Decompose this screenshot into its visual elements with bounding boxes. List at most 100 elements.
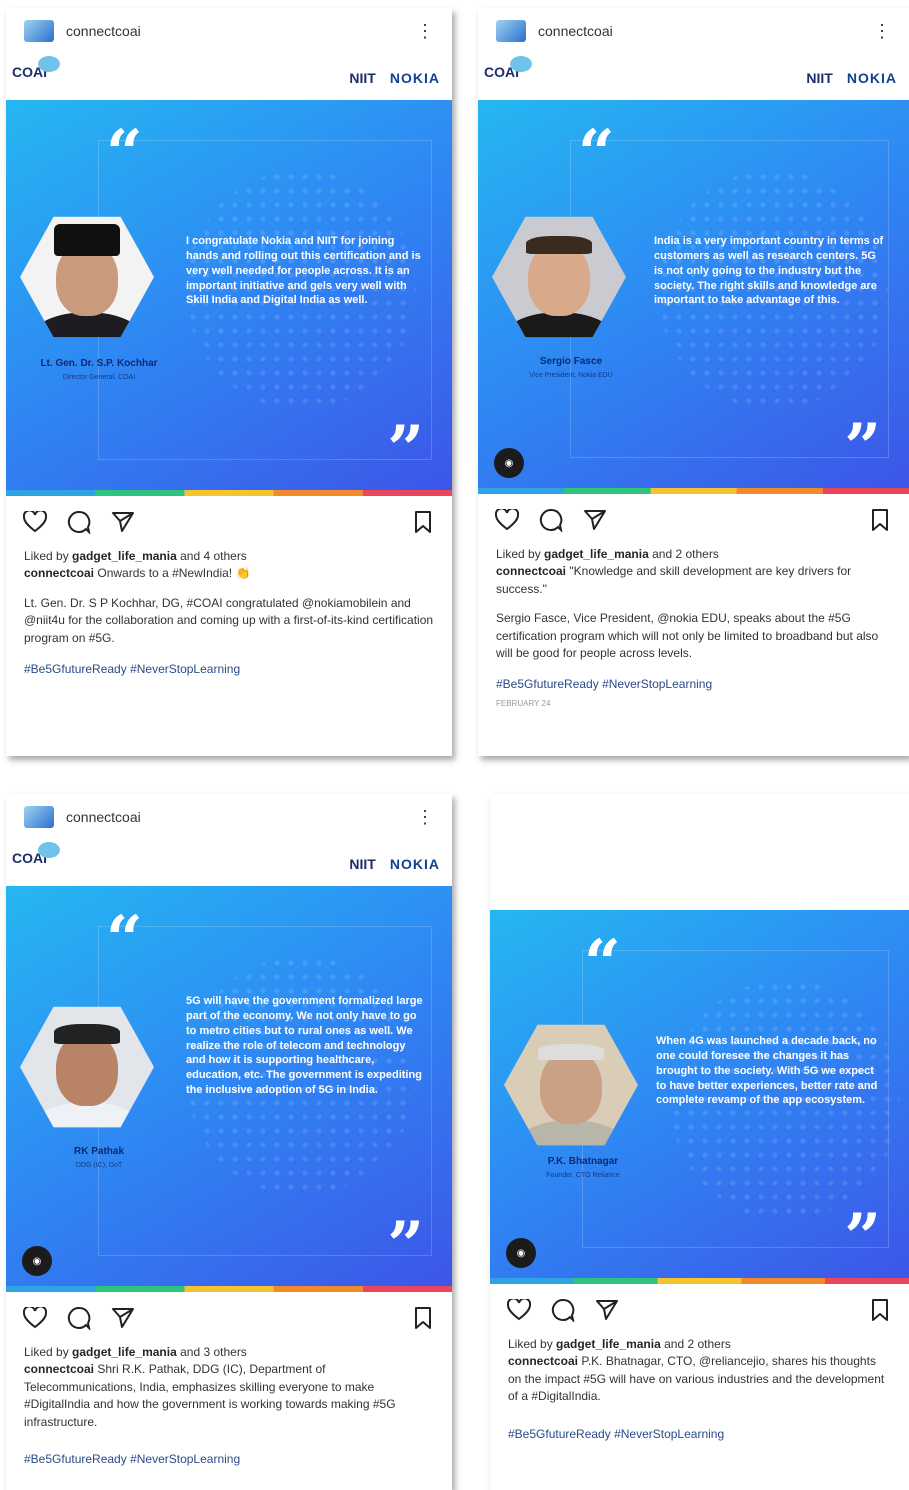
quote-text: I congratulate Nokia and NIIT for joinin… [186, 235, 421, 307]
caption-username[interactable]: connectcoai [24, 566, 94, 580]
bookmark-icon[interactable] [410, 509, 436, 535]
open-quote-icon: “ [106, 902, 143, 977]
comment-icon[interactable] [66, 1305, 92, 1331]
bookmark-icon[interactable] [410, 1305, 436, 1331]
caption-username[interactable]: connectcoai [496, 564, 566, 578]
coai-logo: COAI [12, 56, 60, 80]
caption: Liked by gadget_life_mania and 2 others … [490, 1336, 909, 1443]
share-icon[interactable] [110, 509, 136, 535]
speaker-name: P.K. Bhatnagar [547, 1156, 619, 1167]
blank-header-area [490, 794, 909, 910]
likes-line: Liked by gadget_life_mania and 4 others [24, 549, 247, 563]
hashtags[interactable]: #Be5GfutureReady #NeverStopLearning [508, 1426, 891, 1443]
close-quote-icon: ” [844, 1200, 881, 1275]
brand-bar: COAI NIIT NOKIA [6, 840, 452, 886]
username[interactable]: connectcoai [538, 23, 613, 39]
comment-icon[interactable] [538, 507, 564, 533]
play-icon[interactable]: ◉ [506, 1238, 536, 1268]
post-image[interactable]: “ Lt. Gen. Dr. S.P. Kochhar Director Gen… [6, 100, 452, 496]
caption-username[interactable]: connectcoai [508, 1354, 578, 1368]
post-card-2: connectcoai ⋮ COAI NIIT NOKIA “ Sergio F… [478, 8, 909, 756]
heart-icon[interactable] [22, 1305, 48, 1331]
avatar[interactable] [496, 20, 526, 42]
likes-line: Liked by gadget_life_mania and 2 others [496, 547, 719, 561]
partner-logos: NIIT NOKIA [349, 856, 440, 872]
hashtags[interactable]: #Be5GfutureReady #NeverStopLearning [24, 1451, 434, 1468]
hashtags[interactable]: #Be5GfutureReady #NeverStopLearning [496, 676, 891, 693]
quote-text: When 4G was launched a decade back, no o… [656, 1035, 878, 1107]
more-icon[interactable]: ⋮ [416, 22, 434, 40]
heart-icon[interactable] [506, 1297, 532, 1323]
post-card-3: connectcoai ⋮ COAI NIIT NOKIA “ RK Patha… [6, 794, 452, 1490]
share-icon[interactable] [594, 1297, 620, 1323]
hashtags[interactable]: #Be5GfutureReady #NeverStopLearning [24, 661, 434, 678]
caption-line: connectcoai Onwards to a #NewIndia! 👏 [24, 566, 251, 581]
caption-username[interactable]: connectcoai [24, 1362, 94, 1376]
post-header: connectcoai ⋮ [6, 794, 452, 840]
comment-icon[interactable] [66, 509, 92, 535]
caption: Liked by gadget_life_mania and 4 others … [6, 548, 452, 678]
avatar[interactable] [24, 806, 54, 828]
caption-line: connectcoai P.K. Bhatnagar, CTO, @relian… [508, 1354, 885, 1404]
speaker-role: DDG (IC), DoT [75, 1162, 123, 1169]
more-icon[interactable]: ⋮ [873, 22, 891, 40]
partner-logos: NIIT NOKIA [806, 70, 897, 86]
bookmark-icon[interactable] [867, 1297, 893, 1323]
liker-username[interactable]: gadget_life_mania [556, 1337, 661, 1351]
caption-line: connectcoai "Knowledge and skill develop… [496, 564, 852, 596]
post-image[interactable]: “ Sergio Fasce Vice President, Nokia EDU… [478, 100, 909, 494]
niit-logo: NIIT [349, 856, 376, 872]
liker-username[interactable]: gadget_life_mania [72, 549, 177, 563]
caption: Liked by gadget_life_mania and 2 others … [478, 546, 909, 709]
likes-line: Liked by gadget_life_mania and 2 others [508, 1337, 731, 1351]
brand-bar: COAI NIIT NOKIA [478, 54, 909, 100]
comment-icon[interactable] [550, 1297, 576, 1323]
post-card-1: connectcoai ⋮ COAI NIIT NOKIA “ Lt. Gen.… [6, 8, 452, 756]
post-header: connectcoai ⋮ [478, 8, 909, 54]
heart-icon[interactable] [22, 509, 48, 535]
play-icon[interactable]: ◉ [494, 448, 524, 478]
nokia-logo: NOKIA [389, 70, 440, 86]
action-bar [478, 494, 909, 546]
coai-logo: COAI [12, 842, 60, 866]
avatar[interactable] [24, 20, 54, 42]
clap-emoji: 👏 [235, 566, 251, 581]
niit-logo: NIIT [806, 70, 833, 86]
post-date: February 24 [496, 698, 551, 708]
coai-logo: COAI [484, 56, 532, 80]
liker-username[interactable]: gadget_life_mania [72, 1345, 177, 1359]
partner-logos: NIIT NOKIA [349, 70, 440, 86]
niit-logo: NIIT [349, 70, 376, 86]
brand-bar: COAI NIIT NOKIA [6, 54, 452, 100]
likes-line: Liked by gadget_life_mania and 3 others [24, 1345, 247, 1359]
speaker-role: Founder, CTO Reliance [546, 1172, 620, 1179]
close-quote-icon: ” [387, 412, 424, 487]
quote-text: India is a very important country in ter… [654, 235, 884, 307]
share-icon[interactable] [582, 507, 608, 533]
action-bar [6, 496, 452, 548]
username[interactable]: connectcoai [66, 809, 141, 825]
liker-username[interactable]: gadget_life_mania [544, 547, 649, 561]
caption-body: Sergio Fasce, Vice President, @nokia EDU… [496, 611, 879, 660]
open-quote-icon: “ [106, 116, 143, 191]
caption: Liked by gadget_life_mania and 3 others … [6, 1344, 452, 1468]
play-icon[interactable]: ◉ [22, 1246, 52, 1276]
speaker-name: Sergio Fasce [539, 356, 603, 367]
username[interactable]: connectcoai [66, 23, 141, 39]
caption-line: connectcoai Shri R.K. Pathak, DDG (IC), … [24, 1362, 396, 1429]
bookmark-icon[interactable] [867, 507, 893, 533]
nokia-logo: NOKIA [846, 70, 897, 86]
nokia-logo: NOKIA [389, 856, 440, 872]
speaker-name: RK Pathak [73, 1146, 124, 1157]
post-image[interactable]: “ P.K. Bhatnagar Founder, CTO Reliance W… [490, 910, 909, 1284]
quote-text: 5G will have the government formalized l… [186, 995, 423, 1097]
speaker-role: Vice President, Nokia EDU [529, 372, 613, 379]
speaker-name: Lt. Gen. Dr. S.P. Kochhar [40, 358, 158, 369]
heart-icon[interactable] [494, 507, 520, 533]
more-icon[interactable]: ⋮ [416, 808, 434, 826]
close-quote-icon: ” [844, 410, 881, 485]
speaker-role: Director General, COAI [62, 374, 136, 381]
post-image[interactable]: “ RK Pathak DDG (IC), DoT 5G will have t… [6, 886, 452, 1292]
share-icon[interactable] [110, 1305, 136, 1331]
action-bar [6, 1292, 452, 1344]
